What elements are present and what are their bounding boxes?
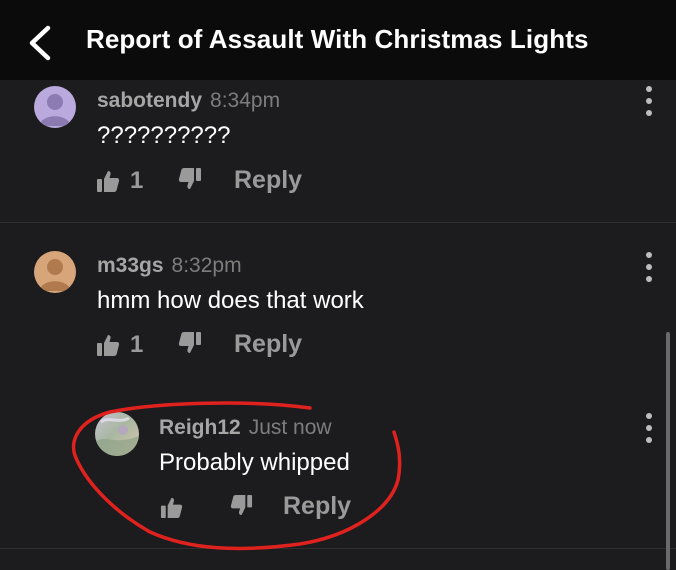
downvote-button[interactable] — [178, 331, 202, 355]
downvote-button[interactable] — [178, 167, 202, 191]
thumbs-down-icon — [178, 168, 201, 189]
avatar[interactable] — [34, 86, 76, 128]
avatar[interactable] — [95, 412, 139, 456]
upvote-button[interactable] — [160, 496, 183, 519]
more-options-button[interactable] — [641, 86, 657, 118]
top-bar: Report of Assault With Christmas Lights — [0, 0, 676, 80]
comment-meta: sabotendy 8:34pm — [97, 89, 280, 113]
reply-button[interactable]: Reply — [234, 166, 302, 195]
comment-author[interactable]: Reigh12 — [159, 416, 241, 439]
profile-photo-icon — [95, 416, 139, 456]
upvote-button[interactable]: 1 — [96, 331, 143, 359]
thumbs-up-icon — [97, 171, 120, 192]
comment-time: 8:34pm — [210, 89, 281, 112]
back-button[interactable] — [24, 22, 58, 64]
reply-button[interactable]: Reply — [283, 492, 351, 521]
upvote-count: 1 — [130, 167, 144, 194]
divider — [0, 222, 676, 223]
user-icon — [39, 259, 71, 291]
downvote-button[interactable] — [230, 494, 253, 517]
more-options-button[interactable] — [641, 413, 657, 445]
scrollbar[interactable] — [666, 332, 670, 570]
thumbs-up-icon — [160, 497, 183, 519]
divider — [0, 548, 676, 549]
thumbs-down-icon — [230, 494, 253, 516]
upvote-count: 1 — [130, 331, 144, 358]
comment-time: Just now — [248, 416, 332, 439]
comment-text: ?????????? — [97, 122, 231, 149]
thumbs-down-icon — [178, 332, 201, 353]
comment-author[interactable]: m33gs — [97, 254, 164, 277]
red-annotation-circle — [71, 401, 402, 551]
thumbs-up-icon — [97, 335, 120, 356]
comment-text: Probably whipped — [159, 449, 350, 476]
comment-meta: m33gs 8:32pm — [97, 254, 242, 278]
avatar[interactable] — [34, 251, 76, 293]
comment-author[interactable]: sabotendy — [97, 89, 202, 112]
chevron-left-icon — [29, 25, 51, 61]
comment-text: hmm how does that work — [97, 287, 364, 314]
upvote-button[interactable]: 1 — [96, 167, 143, 195]
comment-time: 8:32pm — [171, 254, 242, 277]
user-icon — [39, 94, 71, 126]
page-title: Report of Assault With Christmas Lights — [86, 24, 589, 54]
more-options-button[interactable] — [641, 252, 657, 284]
comment-meta: Reigh12 Just now — [159, 416, 332, 440]
reply-button[interactable]: Reply — [234, 330, 302, 359]
